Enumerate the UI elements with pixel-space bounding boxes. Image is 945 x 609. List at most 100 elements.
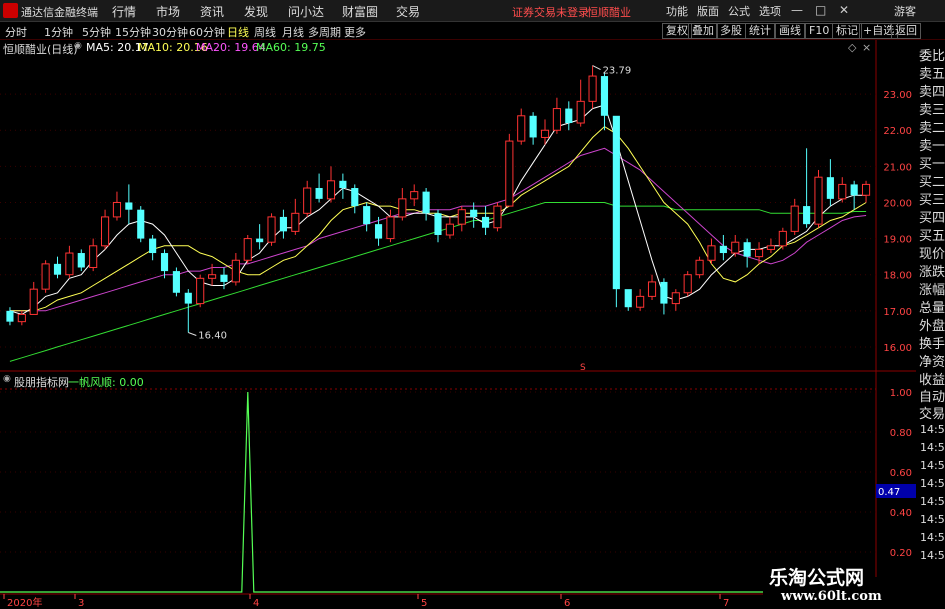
diamond-icon[interactable]: ◇	[848, 41, 856, 54]
candle-body-up	[112, 201, 122, 218]
rp-volume: 总量	[919, 301, 945, 316]
candle-body-up	[17, 313, 26, 323]
candle-body-up	[243, 238, 252, 261]
candle-body-down	[624, 289, 632, 308]
indicator-axis-labels: 1.00 0.80 0.60 0.40 0.20	[890, 388, 912, 559]
chart-area[interactable]: 23.00 22.00 21.00 20.00 19.00 18.00 17.00 16.00…	[0, 0, 945, 609]
candle-body-up	[41, 263, 50, 290]
rp-time-8: 14:56	[920, 549, 945, 562]
rp-turnover: 换手	[919, 337, 945, 352]
candle-body-up	[731, 241, 740, 254]
candle-body-up	[517, 115, 526, 142]
indicator-tick-label: 0.80	[890, 428, 912, 439]
candle-body-down	[53, 263, 62, 275]
indicator-header: ◉ 股朋指标网 一帆风顺: 0.00	[0, 374, 876, 389]
rp-trade[interactable]: 交易	[919, 403, 945, 422]
indicator-tick-label: 0.60	[890, 468, 912, 479]
candle-body-down	[279, 216, 287, 232]
candle-body-up	[861, 183, 871, 196]
candle-body-up	[636, 295, 645, 308]
dropdown-icon[interactable]: ◉	[74, 41, 82, 51]
candle-body-up	[208, 274, 217, 279]
rp-buy1: 买一	[919, 157, 945, 172]
candle-body-down	[612, 115, 620, 290]
candle-body-up	[814, 176, 823, 225]
indicator-tick-label: 0.40	[890, 508, 912, 519]
candle-body-down	[184, 292, 192, 304]
candles[interactable]	[6, 65, 871, 333]
ma60-value: MA60: 19.75	[256, 41, 326, 54]
rp-time-5: 14:56	[920, 495, 945, 508]
indicator-dropdown-icon[interactable]: ◉	[3, 374, 11, 384]
candle-body-down	[565, 108, 573, 124]
chart-frame	[0, 40, 916, 595]
candle-body-down	[6, 310, 14, 322]
rp-price: 现价	[919, 247, 945, 262]
price-markers: 23.79 16.40	[188, 65, 632, 341]
candle-body-up	[29, 288, 38, 315]
rp-time-4: 14:56	[920, 477, 945, 490]
candle-body-down	[470, 209, 478, 217]
candle-body-down	[125, 202, 133, 210]
candle-body-down	[481, 216, 490, 228]
time-tick-label: 5	[421, 598, 427, 609]
rp-sell3: 卖三	[919, 103, 945, 118]
rp-change: 涨跌	[919, 265, 945, 280]
candle-body-down	[529, 115, 537, 138]
time-tick-label: 3	[78, 598, 84, 609]
candle-body-down	[660, 281, 668, 304]
candle-body-down	[137, 209, 145, 239]
candle-body-up	[445, 223, 454, 236]
price-tick-label: 21.00	[883, 162, 912, 173]
main-chart-header: 恒顺醋业(日线) ◉ MA5: 20.17 MA10: 20.16 MA20: …	[0, 40, 876, 56]
rp-buy5: 买五	[919, 229, 945, 244]
candle-body-down	[315, 188, 323, 199]
low-marker-label: 16.40	[198, 330, 227, 341]
price-axis-labels: 23.00 22.00 21.00 20.00 19.00 18.00 17.00 16.00	[883, 90, 912, 354]
close-small-icon[interactable]: ×	[862, 41, 871, 54]
watermark-logo: 乐淘公式网 www.60lt.com	[763, 567, 916, 609]
candle-body-up	[410, 191, 419, 200]
candle-body-down	[220, 274, 228, 282]
high-marker-label: 23.79	[603, 66, 632, 77]
rp-time-2: 14:56	[920, 441, 945, 454]
s-marker: S	[580, 363, 586, 373]
price-tick-label: 22.00	[883, 126, 912, 137]
candle-body-up	[647, 281, 657, 297]
candle-body-down	[803, 206, 811, 225]
candle-body-up	[89, 245, 98, 268]
rp-change-pct: 涨幅	[919, 283, 945, 298]
indicator-value-text: 0.47	[878, 487, 900, 498]
rp-time-3: 14:56	[920, 459, 945, 472]
candle-body-up	[576, 100, 585, 124]
price-tick-label: 18.00	[883, 271, 912, 282]
candle-body-up	[493, 205, 502, 229]
candle-body-up	[790, 205, 799, 232]
candle-body-down	[600, 76, 609, 116]
candle-body-up	[778, 230, 787, 247]
candle-body-down	[160, 253, 169, 272]
time-axis-labels: 2020年 3 4 5 6 7	[3, 594, 729, 609]
candle-body-up	[540, 129, 550, 138]
rp-sell4: 卖四	[919, 85, 945, 100]
rp-buy4: 买四	[919, 211, 945, 226]
time-tick-label: 7	[723, 598, 729, 609]
candle-body-up	[838, 183, 847, 200]
rp-outer: 外盘	[919, 319, 945, 334]
candle-body-up	[326, 180, 336, 200]
rp-net-asset: 净资	[919, 355, 945, 370]
candle-body-down	[149, 238, 157, 254]
candle-body-down	[256, 238, 264, 243]
candle-body-up	[766, 245, 775, 250]
candle-body-down	[172, 271, 180, 293]
stock-label: 恒顺醋业(日线)	[3, 43, 78, 56]
candle-body-up	[65, 252, 74, 276]
price-tick-label: 16.00	[883, 343, 912, 354]
candle-body-up	[683, 274, 692, 294]
candle-body-up	[291, 212, 300, 232]
rp-buy3: 买三	[919, 193, 945, 208]
candle-body-up	[267, 216, 276, 243]
rp-time-6: 14:56	[920, 513, 945, 526]
candle-body-down	[422, 191, 430, 214]
indicator-line	[0, 391, 876, 593]
